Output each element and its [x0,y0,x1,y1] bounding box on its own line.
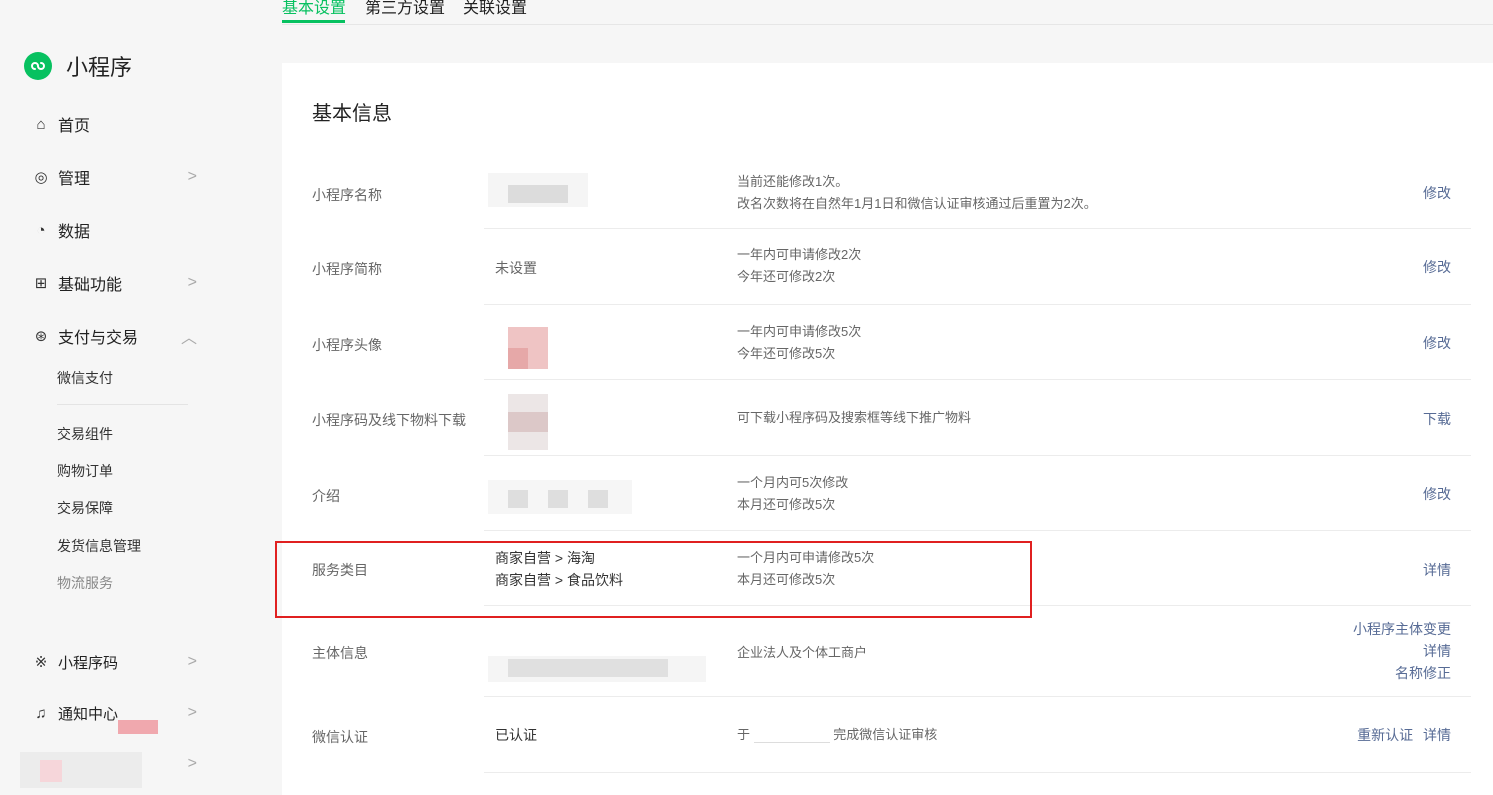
chevron-right-icon: > [187,274,197,291]
sidebar-subitem-trade-component[interactable]: 交易组件 [57,424,113,444]
row-entity-info: 主体信息 企业法人及个体工商户 小程序主体变更 详情 名称修正 [282,606,1471,697]
sidebar-item-label: 通知中心 [58,705,119,723]
yen-icon: ⊛ [34,328,48,345]
entity-details-link[interactable]: 详情 [1423,643,1451,659]
row-wechat-verification: 微信认证 已认证 于 完成微信认证审核 重新认证 详情 [282,697,1471,773]
highlight-box [275,541,1032,618]
app-logo: 小程序 [24,50,132,82]
sidebar-item-account[interactable]: > [32,749,197,779]
row-label: 小程序名称 [312,187,382,203]
row-label: 小程序头像 [312,337,382,353]
category-details-link[interactable]: 详情 [1423,562,1451,578]
sidebar-item-label: 首页 [58,118,91,135]
row-divider [484,772,1471,773]
row-label: 小程序码及线下物料下载 [312,412,466,428]
qrcode-image-detail [508,412,548,432]
intro-redacted [588,490,608,508]
sidebar-subitem-orders[interactable]: 购物订单 [57,461,113,481]
sidebar: 小程序 ⌂ 首页 ◎ 管理 > ◔ 数据 ⊞ 基础功能 > ⊛ 支付与交易 ︿ … [0,0,240,795]
chart-icon: ◔ [36,221,46,239]
sidebar-item-manage[interactable]: ◎ 管理 > [32,162,197,192]
row-desc: 企业法人及个体工商户 [737,645,868,660]
row-actions: 详情 [1423,559,1451,581]
sidebar-subitem-logistics[interactable]: 物流服务 [57,573,113,593]
row-actions: 修改 [1423,332,1451,354]
app-title: 小程序 [66,55,133,80]
tab-related-settings[interactable]: 关联设置 [463,0,527,18]
avatar-image-detail [508,348,528,369]
sidebar-item-label: 基础功能 [58,277,123,294]
home-icon: ⌂ [36,115,46,133]
sidebar-item-label: 小程序码 [58,654,119,672]
tab-bar: 基本设置 第三方设置 关联设置 [282,0,1493,25]
row-desc: 可下载小程序码及搜索框等线下推广物料 [737,410,972,425]
sidebar-item-payment[interactable]: ⊛ 支付与交易 ︿ [32,321,197,351]
reverify-link[interactable]: 重新认证 [1357,727,1413,743]
section-title: 基本信息 [312,103,392,125]
sidebar-item-notifications[interactable]: ♫ 通知中心 > [32,698,197,728]
row-actions: 修改 [1423,182,1451,204]
row-label: 主体信息 [312,645,368,661]
sidebar-subitem-trade-guarantee[interactable]: 交易保障 [57,498,113,518]
sidebar-item-data[interactable]: ◔ 数据 [32,215,197,245]
entity-change-link[interactable]: 小程序主体变更 [1353,621,1451,637]
row-desc: 当前还能修改1次。 改名次数将在自然年1月1日和微信认证审核通过后重置为2次。 [737,174,1097,211]
sidebar-item-label: 数据 [58,224,91,241]
row-actions: 修改 [1423,483,1451,505]
edit-short-name-link[interactable]: 修改 [1423,259,1451,275]
row-actions: 下载 [1423,408,1451,430]
verification-status: 已认证 [495,727,537,743]
row-introduction: 介绍 一个月内可5次修改 本月还可修改5次 修改 [282,456,1471,531]
chevron-right-icon: > [187,653,197,670]
edit-intro-link[interactable]: 修改 [1423,486,1451,502]
intro-redacted [508,490,528,508]
app-name-redacted [508,185,568,203]
settings-icon: ◎ [34,169,48,186]
grid-icon: ⊞ [34,275,48,292]
row-desc: 一年内可申请修改2次 今年还可修改2次 [737,247,862,284]
row-short-name: 小程序简称 未设置 一年内可申请修改2次 今年还可修改2次 修改 [282,229,1471,305]
sidebar-subitem-wechat-pay[interactable]: 微信支付 [57,368,113,388]
sidebar-subitem-shipping-info[interactable]: 发货信息管理 [57,536,141,556]
sidebar-item-label: 支付与交易 [58,330,139,347]
verification-date-redacted [753,728,830,744]
basic-info-card: 基本信息 小程序名称 当前还能修改1次。 改名次数将在自然年1月1日和微信认证审… [282,63,1493,795]
verification-details-link[interactable]: 详情 [1423,727,1451,743]
chevron-right-icon: > [187,704,197,721]
row-label: 介绍 [312,488,340,504]
row-qrcode-download: 小程序码及线下物料下载 可下载小程序码及搜索框等线下推广物料 下载 [282,380,1471,456]
sidebar-item-home[interactable]: ⌂ 首页 [32,109,197,139]
chevron-right-icon: > [187,755,197,772]
row-label: 小程序简称 [312,261,382,277]
bell-icon: ♫ [35,704,47,722]
row-avatar: 小程序头像 一年内可申请修改5次 今年还可修改5次 修改 [282,305,1471,380]
entity-redacted [508,659,668,677]
row-label: 微信认证 [312,729,368,745]
sidebar-item-label: 管理 [58,171,91,188]
sidebar-divider [57,404,188,405]
chevron-up-icon: ︿ [180,330,197,347]
notification-badge [118,720,158,734]
sidebar-item-basic-functions[interactable]: ⊞ 基础功能 > [32,268,197,298]
edit-avatar-link[interactable]: 修改 [1423,335,1451,351]
chevron-right-icon: > [187,168,197,185]
intro-redacted [548,490,568,508]
name-correction-link[interactable]: 名称修正 [1395,665,1451,681]
tab-third-party-settings[interactable]: 第三方设置 [365,0,445,18]
row-app-name: 小程序名称 当前还能修改1次。 改名次数将在自然年1月1日和微信认证审核通过后重… [282,157,1471,229]
sidebar-item-qrcode[interactable]: ※ 小程序码 > [32,647,197,677]
mini-program-logo-icon [24,52,52,80]
row-actions: 重新认证 详情 [1357,724,1451,746]
row-desc: 于 完成微信认证审核 [737,727,938,744]
sparkle-icon: ※ [34,654,48,671]
row-actions: 小程序主体变更 详情 名称修正 [1353,618,1451,684]
row-desc: 一个月内可5次修改 本月还可修改5次 [737,475,849,512]
edit-name-link[interactable]: 修改 [1423,185,1451,201]
short-name-value: 未设置 [495,260,537,276]
row-desc: 一年内可申请修改5次 今年还可修改5次 [737,324,862,361]
tab-basic-settings[interactable]: 基本设置 [282,0,346,18]
active-tab-indicator [282,20,345,23]
row-actions: 修改 [1423,256,1451,278]
download-link[interactable]: 下载 [1423,411,1451,427]
